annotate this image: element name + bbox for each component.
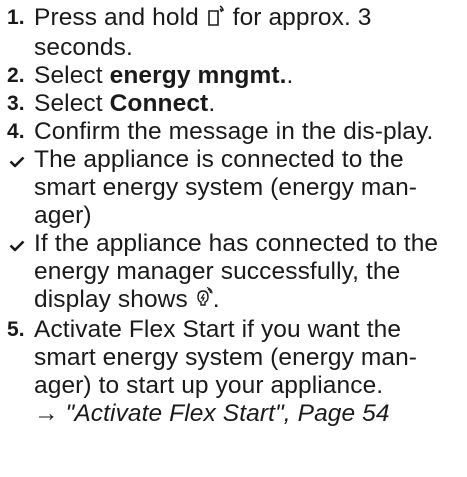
menu-item-name: energy mngmt.	[109, 62, 287, 89]
step-text: Select Connect.	[34, 90, 216, 117]
menu-item-name: Connect	[109, 90, 209, 117]
step-2: 2. Select energy mngmt..	[7, 62, 462, 90]
step-number: 2.	[7, 64, 25, 87]
step-4: 4. Confirm the message in the dis-play.	[7, 118, 462, 146]
energy-manager-connected-icon	[195, 286, 213, 316]
result-text: The appliance is connected to the smart …	[34, 146, 418, 229]
step-5: 5. Activate Flex Start if you want the s…	[7, 316, 462, 428]
instruction-list: 1. Press and hold for approx. 3 seconds.…	[7, 4, 462, 428]
result-1: The appliance is connected to the smart …	[7, 146, 462, 230]
step-text: Press and hold for approx. 3 seconds.	[34, 4, 372, 61]
step-number: 3.	[7, 92, 25, 115]
step-number: 5.	[7, 318, 25, 341]
remote-start-icon	[206, 5, 226, 34]
checkmark-icon	[7, 146, 34, 174]
cross-reference-arrow: →	[34, 400, 59, 427]
step-text: Activate Flex Start if you want the smar…	[34, 316, 418, 427]
step-3: 3. Select Connect.	[7, 90, 462, 118]
step-number: 4.	[7, 120, 25, 143]
result-2: If the appliance has connected to the en…	[7, 230, 462, 316]
step-text: Confirm the message in the dis-play.	[34, 118, 434, 145]
result-text: If the appliance has connected to the en…	[34, 230, 462, 316]
checkmark-icon	[7, 230, 34, 258]
step-text: Select energy mngmt..	[34, 62, 294, 89]
step-number: 1.	[7, 6, 25, 29]
step-1: 1. Press and hold for approx. 3 seconds.	[7, 4, 462, 62]
cross-reference-link[interactable]: "Activate Flex Start", Page 54	[66, 400, 390, 427]
